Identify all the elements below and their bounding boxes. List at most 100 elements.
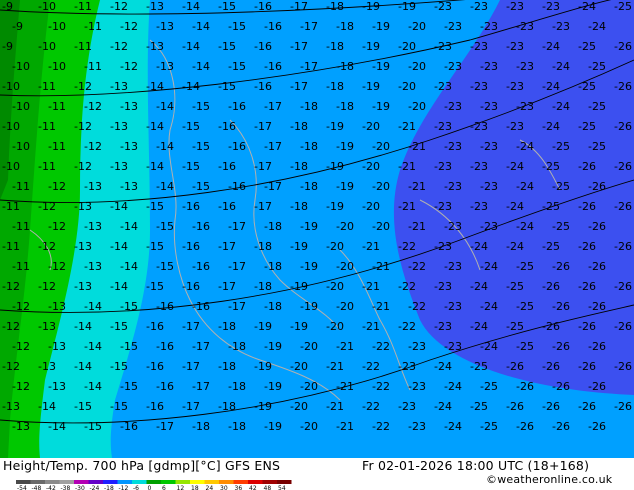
isotherm-label: -14 <box>192 60 210 73</box>
colorbar-swatch <box>103 480 118 484</box>
colorbar-label: 36 <box>235 485 243 490</box>
isotherm-label: -20 <box>290 400 308 413</box>
isotherm-label: -25 <box>470 400 488 413</box>
isotherm-label: -17 <box>182 400 200 413</box>
isotherm-label: -10 <box>38 40 56 53</box>
isotherm-label: -17 <box>264 180 282 193</box>
isotherm-label: -17 <box>254 200 272 213</box>
isotherm-label: -10 <box>48 60 66 73</box>
isotherm-label: -20 <box>398 80 416 93</box>
isotherm-label: -13 <box>110 120 128 133</box>
isotherm-label: -19 <box>290 320 308 333</box>
isotherm-label: -15 <box>192 140 210 153</box>
isotherm-label: -17 <box>254 120 272 133</box>
isotherm-label: -24 <box>552 60 570 73</box>
isotherm-label: -16 <box>264 20 282 33</box>
isotherm-label: -14 <box>110 280 128 293</box>
isotherm-label: -25 <box>578 80 596 93</box>
isotherm-label: -25 <box>516 340 534 353</box>
isotherm-label: -26 <box>614 160 632 173</box>
isotherm-label: -12 <box>38 240 56 253</box>
isotherm-label: -12 <box>38 200 56 213</box>
isotherm-label: -20 <box>372 220 390 233</box>
isotherm-label: -19 <box>336 180 354 193</box>
isotherm-label: -21 <box>398 160 416 173</box>
isotherm-label: -15 <box>192 180 210 193</box>
isotherm-label: -23 <box>480 140 498 153</box>
isotherm-label: -18 <box>300 100 318 113</box>
isotherm-label: -17 <box>300 60 318 73</box>
isotherm-label: -13 <box>120 100 138 113</box>
colorbar-label: -18 <box>104 485 114 490</box>
isotherm-label: -16 <box>218 200 236 213</box>
isotherm-label: -23 <box>434 80 452 93</box>
isotherm-label: -19 <box>290 280 308 293</box>
isotherm-label: -18 <box>326 80 344 93</box>
isotherm-label: -26 <box>588 260 606 273</box>
isotherm-label: -25 <box>480 420 498 433</box>
isotherm-label: -26 <box>578 280 596 293</box>
isotherm-label: -11 <box>84 20 102 33</box>
isotherm-label: -23 <box>470 80 488 93</box>
isotherm-label: -12 <box>120 60 138 73</box>
colorbar-swatch <box>219 480 234 484</box>
isotherm-label: -12 <box>84 100 102 113</box>
colorbar-swatch <box>161 480 176 484</box>
isotherm-label: -23 <box>444 100 462 113</box>
isotherm-label: -12 <box>48 260 66 273</box>
isotherm-label: -18 <box>326 0 344 13</box>
isotherm-label: -22 <box>408 300 426 313</box>
isotherm-label: -21 <box>362 240 380 253</box>
isotherm-label: -25 <box>552 180 570 193</box>
isotherm-label: -20 <box>372 180 390 193</box>
isotherm-label: -11 <box>12 180 30 193</box>
isotherm-label: -23 <box>444 300 462 313</box>
isotherm-label: -25 <box>542 160 560 173</box>
isotherm-label: -12 <box>48 220 66 233</box>
isotherm-label: -19 <box>362 40 380 53</box>
isotherm-label: -25 <box>470 360 488 373</box>
isotherm-label: -13 <box>156 60 174 73</box>
isotherm-label: -16 <box>254 80 272 93</box>
isotherm-label: -23 <box>542 0 560 13</box>
isotherm-label: -14 <box>182 0 200 13</box>
isotherm-label: -17 <box>218 240 236 253</box>
isotherm-label: -25 <box>542 240 560 253</box>
isotherm-label: -10 <box>12 100 30 113</box>
colorbar-label: -54 <box>17 485 27 490</box>
isotherm-label: -21 <box>326 400 344 413</box>
isotherm-label: -23 <box>470 200 488 213</box>
isotherm-label: -21 <box>336 420 354 433</box>
isotherm-label: -16 <box>146 360 164 373</box>
isotherm-label: -26 <box>578 360 596 373</box>
isotherm-label: -23 <box>552 20 570 33</box>
isotherm-label: -24 <box>470 320 488 333</box>
isotherm-label: -16 <box>146 400 164 413</box>
isotherm-label: -24 <box>506 160 524 173</box>
isotherm-label: -16 <box>192 220 210 233</box>
isotherm-label: -26 <box>588 220 606 233</box>
isotherm-label: -18 <box>218 400 236 413</box>
isotherm-label: -17 <box>300 20 318 33</box>
isotherm-label: -24 <box>480 340 498 353</box>
isotherm-label: -12 <box>2 320 20 333</box>
isotherm-label: -18 <box>336 60 354 73</box>
isotherm-label: -16 <box>120 420 138 433</box>
isotherm-label: -20 <box>300 420 318 433</box>
isotherm-label: -13 <box>120 140 138 153</box>
isotherm-label: -15 <box>156 260 174 273</box>
isotherm-label: -19 <box>372 20 390 33</box>
isotherm-label: -19 <box>300 300 318 313</box>
colorbar-label: -6 <box>133 485 139 490</box>
isotherm-label: -25 <box>542 200 560 213</box>
isotherm-label: -13 <box>2 400 20 413</box>
isotherm-label: -15 <box>120 340 138 353</box>
isotherm-label: -15 <box>146 240 164 253</box>
isotherm-label: -23 <box>434 200 452 213</box>
isotherm-label: -25 <box>588 140 606 153</box>
isotherm-label: -23 <box>516 100 534 113</box>
isotherm-label: -20 <box>326 240 344 253</box>
isotherm-label: -10 <box>2 120 20 133</box>
isotherm-label: -26 <box>588 300 606 313</box>
isotherm-label: -26 <box>516 420 534 433</box>
